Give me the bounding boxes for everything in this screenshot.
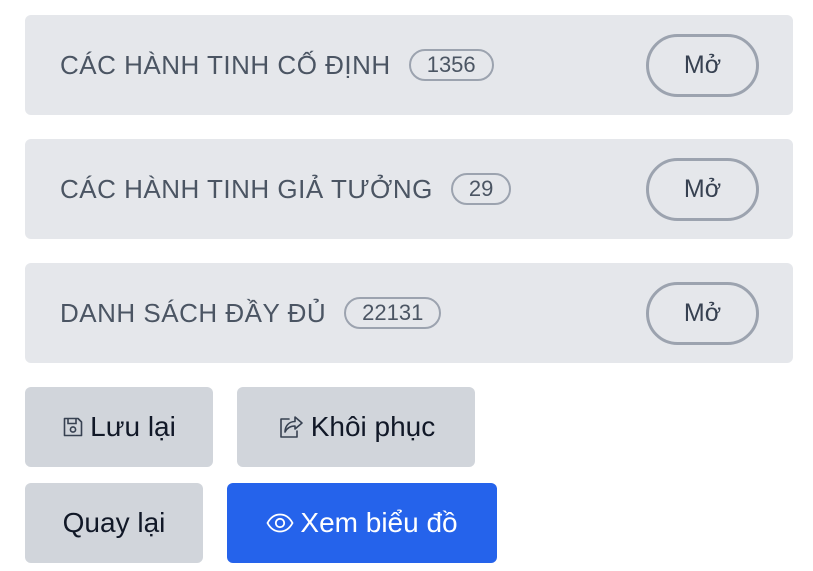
view-chart-label: Xem biểu đồ [300, 507, 458, 538]
back-button[interactable]: Quay lại [25, 483, 203, 563]
back-label: Quay lại [62, 507, 166, 538]
list-panel-fictional-planets: CÁC HÀNH TINH GIẢ TƯỞNG 29 Mở [25, 139, 793, 239]
list-panel-full-list: DANH SÁCH ĐẦY ĐỦ 22131 Mở [25, 263, 793, 363]
restore-label: Khôi phục [310, 411, 436, 442]
open-button[interactable]: Mở [646, 282, 759, 345]
view-chart-button[interactable]: Xem biểu đồ [227, 483, 497, 563]
panel-title: DANH SÁCH ĐẦY ĐỦ [60, 297, 327, 328]
save-label: Lưu lại [90, 411, 176, 442]
panel-title: CÁC HÀNH TINH CỐ ĐỊNH [60, 49, 391, 80]
save-icon [62, 416, 84, 438]
share-icon [277, 414, 305, 440]
save-button[interactable]: Lưu lại [25, 387, 213, 467]
panel-title: CÁC HÀNH TINH GIẢ TƯỞNG [60, 173, 433, 204]
open-button[interactable]: Mở [646, 34, 759, 97]
eye-icon [266, 513, 294, 533]
restore-button[interactable]: Khôi phục [237, 387, 475, 467]
count-badge: 1356 [408, 49, 494, 81]
list-panel-fixed-planets: CÁC HÀNH TINH CỐ ĐỊNH 1356 Mở [25, 15, 793, 115]
count-badge: 22131 [344, 297, 442, 329]
count-badge: 29 [450, 173, 512, 205]
open-button[interactable]: Mở [646, 158, 759, 221]
